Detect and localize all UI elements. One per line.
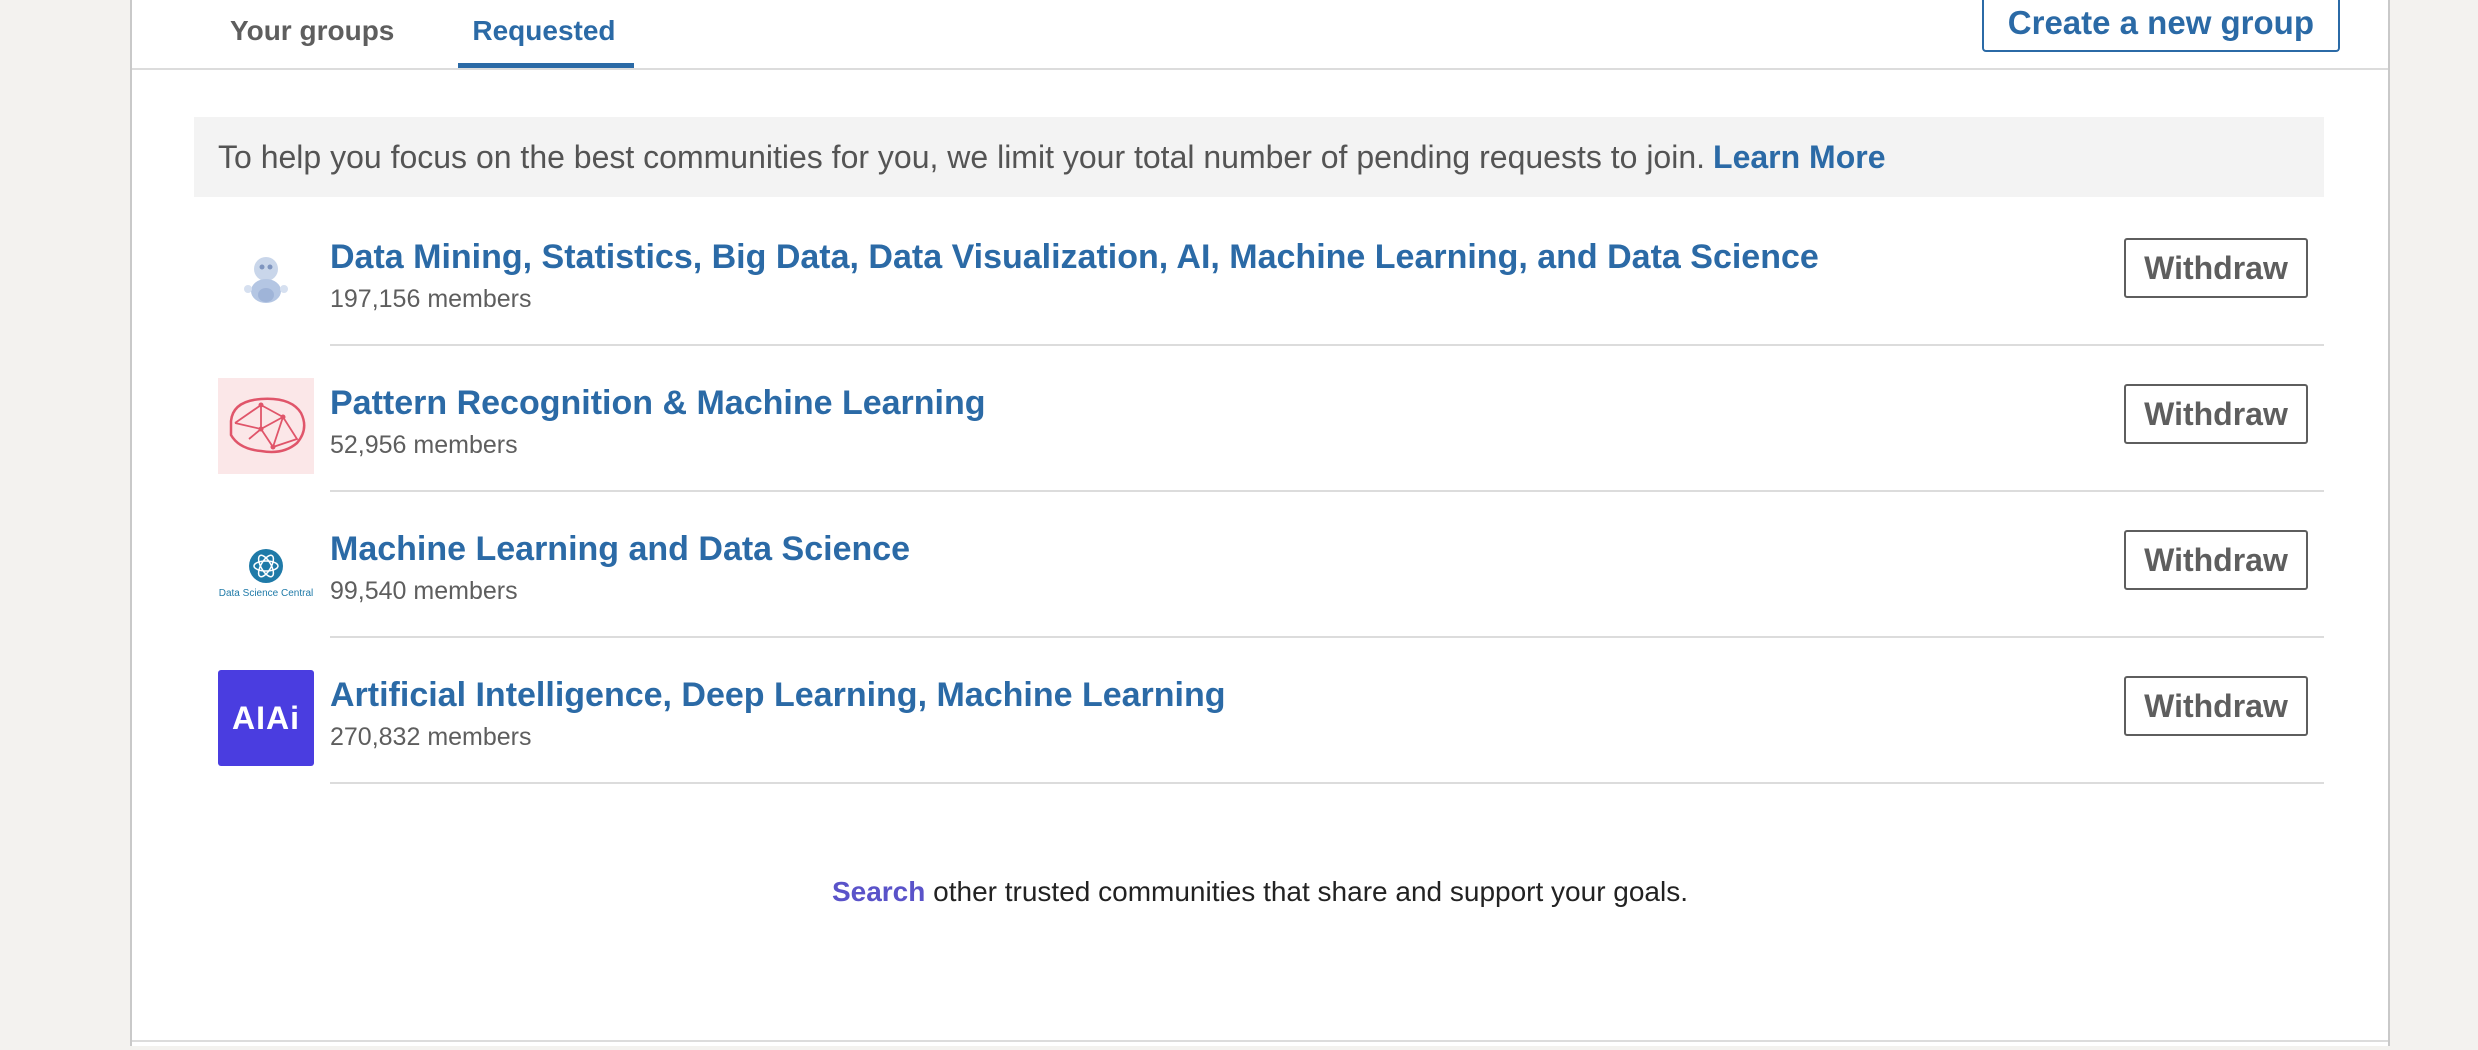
create-group-button[interactable]: Create a new group (1981, 0, 2340, 52)
group-name-link[interactable]: Artificial Intelligence, Deep Learning, … (330, 676, 1226, 715)
group-row: Data Science Central Machine Learning an… (194, 492, 2324, 638)
brain-network-icon (229, 397, 306, 454)
search-suggestion: Search other trusted communities that sh… (132, 876, 2388, 908)
group-name-link[interactable]: Data Mining, Statistics, Big Data, Data … (330, 238, 1819, 277)
divider (132, 1040, 2388, 1042)
learn-more-link[interactable]: Learn More (1713, 139, 1885, 176)
group-logo-data-mining[interactable] (218, 232, 314, 328)
group-member-count: 52,956 members (330, 431, 518, 459)
group-row: AIAi Artificial Intelligence, Deep Learn… (194, 638, 2324, 784)
search-suggestion-text: other trusted communities that share and… (933, 876, 1689, 907)
tab-your-groups[interactable]: Your groups (180, 0, 458, 66)
notice-text: To help you focus on the best communitie… (218, 138, 1706, 175)
groups-header: Your groups Requested Create a new group (132, 0, 2388, 70)
group-logo-aiai[interactable]: AIAi (218, 670, 314, 766)
group-row: Pattern Recognition & Machine Learning 5… (194, 346, 2324, 492)
group-row: Data Mining, Statistics, Big Data, Data … (194, 200, 2324, 346)
withdraw-button[interactable]: Withdraw (2124, 384, 2308, 444)
group-logo-data-science-central[interactable]: Data Science Central (218, 524, 314, 620)
groups-card: Your groups Requested Create a new group… (130, 0, 2390, 1046)
logo-caption: Data Science Central (218, 587, 314, 599)
withdraw-button[interactable]: Withdraw (2124, 238, 2308, 298)
withdraw-button[interactable]: Withdraw (2124, 676, 2308, 736)
group-name-link[interactable]: Pattern Recognition & Machine Learning (330, 384, 986, 423)
group-member-count: 99,540 members (330, 577, 518, 605)
group-logo-pattern-recognition[interactable] (218, 378, 314, 474)
logo-text: AIAi (232, 699, 300, 736)
group-member-count: 270,832 members (330, 723, 532, 751)
divider (330, 782, 2324, 784)
group-member-count: 197,156 members (330, 285, 532, 313)
group-name-link[interactable]: Machine Learning and Data Science (330, 530, 910, 569)
pending-limit-notice: To help you focus on the best communitie… (194, 117, 2324, 197)
withdraw-button[interactable]: Withdraw (2124, 530, 2308, 590)
search-link[interactable]: Search (832, 876, 925, 907)
tab-bar: Your groups Requested (180, 0, 634, 70)
atom-icon (249, 548, 283, 583)
robot-icon (244, 257, 288, 303)
tab-requested[interactable]: Requested (458, 0, 634, 68)
